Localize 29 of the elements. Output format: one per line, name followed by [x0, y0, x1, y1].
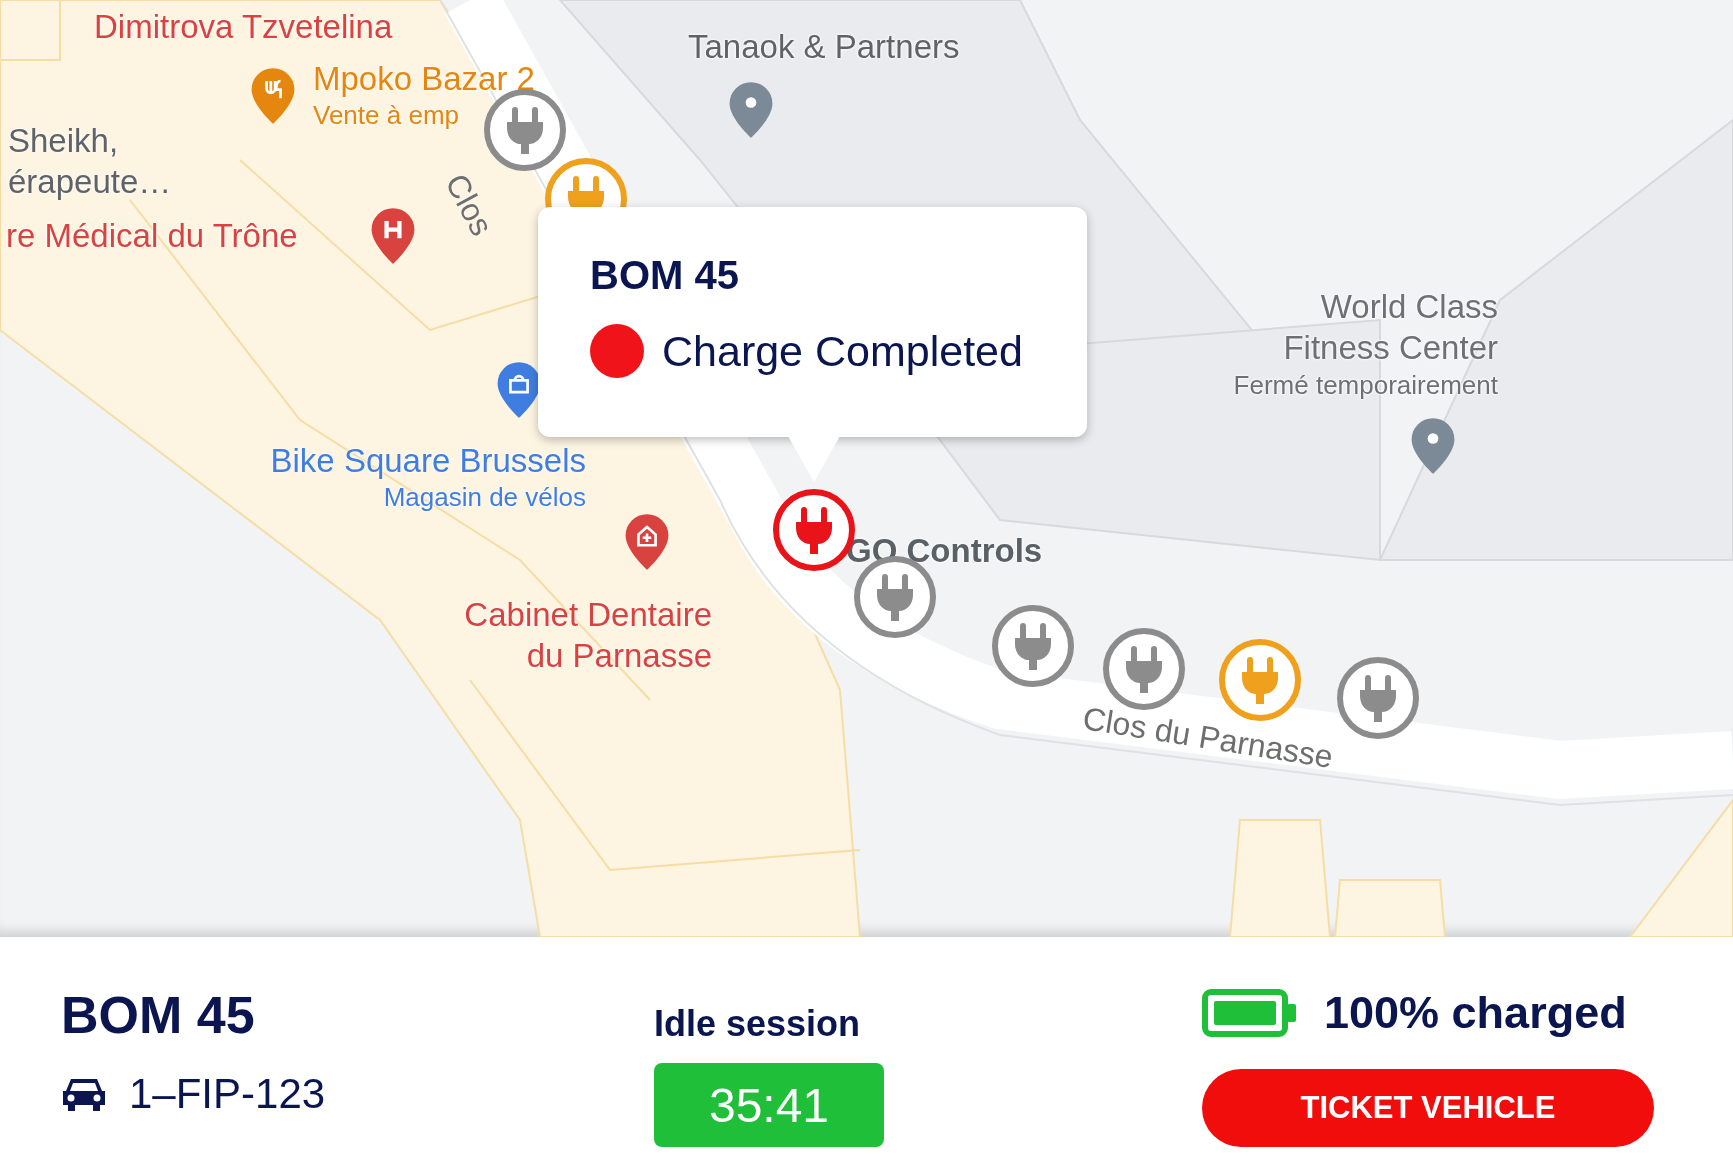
map-place-label: du Parnasse [526, 636, 712, 677]
charging-station-marker[interactable] [991, 604, 1075, 688]
charging-station-marker[interactable] [1218, 638, 1302, 722]
road-label: Clos du Parnasse [1080, 700, 1336, 777]
ticket-vehicle-button[interactable]: TICKET VEHICLE [1202, 1069, 1654, 1147]
map-place-label: Cabinet Dentaire [464, 595, 712, 635]
popup-title: BOM 45 [590, 253, 740, 298]
map-place-note: Vente à emp [313, 99, 459, 132]
map-place-note: Fermé temporairement [1233, 368, 1498, 401]
building-footprint [0, 0, 61, 61]
status-text: Charge Completed [662, 326, 1023, 376]
map-place-note: Magasin de vélos [383, 481, 586, 514]
road-label: Clos [437, 168, 501, 242]
charge-status: 100% charged [1324, 987, 1627, 1039]
map-place-label: érapeute… [8, 162, 172, 203]
map-place-label: Tanaok & Partners [688, 27, 960, 67]
session-label: Idle session [654, 1003, 861, 1045]
battery-icon [1202, 989, 1298, 1037]
license-plate: 1–FIP-123 [129, 1070, 326, 1119]
vehicle-name: BOM 45 [61, 987, 255, 1045]
map-place-label: Fitness Center [1283, 328, 1498, 369]
charging-station-marker[interactable] [1336, 656, 1420, 740]
session-timer: 35:41 [654, 1063, 884, 1147]
map-place-label: World Class [1320, 287, 1498, 327]
map-place-label: Mpoko Bazar 2 [313, 59, 535, 99]
map-place-label: Sheikh, [8, 121, 119, 161]
map-place-label: re Médical du Trône [6, 216, 298, 256]
map-place-label: Dimitrova Tzvetelina [94, 7, 393, 47]
map-place-label: Bike Square Brussels [270, 441, 586, 481]
